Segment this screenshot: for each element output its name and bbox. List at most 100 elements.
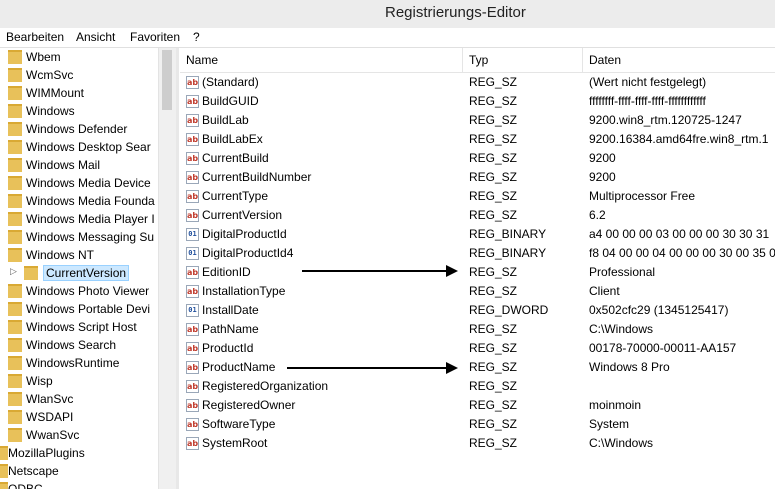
tree-item[interactable]: Wbem <box>0 48 158 66</box>
value-row[interactable]: ab ProductId REG_SZ 00178-70000-00011-AA157 <box>180 339 775 358</box>
binary-value-icon: 01 <box>186 247 199 260</box>
value-type: REG_SZ <box>469 208 518 222</box>
tree-item[interactable]: Netscape <box>0 462 158 480</box>
value-row[interactable]: ab SystemRoot REG_SZ C:\Windows <box>180 434 775 453</box>
column-header-name[interactable]: Name <box>180 48 463 72</box>
string-value-icon: ab <box>186 399 199 412</box>
list-header: Name Typ Daten <box>180 48 775 73</box>
tree-item-label: Windows Mail <box>26 158 101 172</box>
string-value-icon: ab <box>186 342 199 355</box>
expand-arrow-icon[interactable]: ▷ <box>10 266 17 277</box>
value-row[interactable]: ab ProductName REG_SZ Windows 8 Pro <box>180 358 775 377</box>
value-data: f8 04 00 00 04 00 00 00 30 00 35 0 <box>589 246 775 260</box>
tree-item-label: Windows Desktop Sear <box>26 140 151 154</box>
value-row[interactable]: ab BuildLab REG_SZ 9200.win8_rtm.120725-124… <box>180 111 775 130</box>
tree-item[interactable]: Windows Photo Viewer <box>0 282 158 300</box>
value-data: moinmoin <box>589 398 642 412</box>
folder-icon <box>8 230 22 244</box>
tree-item[interactable]: Wisp <box>0 372 158 390</box>
menu-favoriten[interactable]: Favoriten <box>130 30 180 44</box>
value-data: System <box>589 417 630 431</box>
folder-icon <box>0 482 8 489</box>
menu-ansicht[interactable]: Ansicht <box>76 30 115 44</box>
value-row[interactable]: ab BuildGUID REG_SZ ffffffff-ffff-ffff-ffff… <box>180 92 775 111</box>
value-name: BuildGUID <box>202 94 259 108</box>
tree-item[interactable]: WwanSvc <box>0 426 158 444</box>
tree-item[interactable]: Windows Media Device <box>0 174 158 192</box>
tree-item[interactable]: WcmSvc <box>0 66 158 84</box>
tree-item[interactable]: Windows Search <box>0 336 158 354</box>
tree-item[interactable]: WIMMount <box>0 84 158 102</box>
tree-item[interactable]: Windows Desktop Sear <box>0 138 158 156</box>
value-name: SoftwareType <box>202 417 276 431</box>
tree-item[interactable]: ODBC <box>0 480 158 489</box>
tree-item[interactable]: WlanSvc <box>0 390 158 408</box>
value-row[interactable]: ab InstallationType REG_SZ Client <box>180 282 775 301</box>
folder-icon <box>8 356 22 370</box>
binary-value-icon: 01 <box>186 228 199 241</box>
tree-item[interactable]: Windows Mail <box>0 156 158 174</box>
value-name: BuildLab <box>202 113 249 127</box>
value-row[interactable]: ab RegisteredOwner REG_SZ moinmoin <box>180 396 775 415</box>
tree-scrollbar[interactable] <box>158 48 176 489</box>
values-list: Name Typ Daten ab (Standard) REG_SZ (Wert n… <box>180 48 775 489</box>
title-bar: Registrierungs-Editor <box>0 0 775 28</box>
value-row[interactable]: ab CurrentBuildNumber REG_SZ 9200 <box>180 168 775 187</box>
value-name: CurrentType <box>202 189 269 203</box>
tree-item-label: CurrentVersion <box>43 265 130 281</box>
string-value-icon: ab <box>186 190 199 203</box>
tree-item[interactable]: ▷ CurrentVersion <box>0 264 158 282</box>
value-data: 6.2 <box>589 208 606 222</box>
value-row[interactable]: 01 DigitalProductId4 REG_BINARY f8 04 00 00… <box>180 244 775 263</box>
value-type: REG_SZ <box>469 75 518 89</box>
tree-scroll-thumb[interactable] <box>162 50 172 110</box>
tree-item-label: Wbem <box>26 50 61 64</box>
value-name: CurrentVersion <box>202 208 283 222</box>
pane-splitter[interactable] <box>176 48 179 489</box>
tree-item-label: WwanSvc <box>26 428 80 442</box>
tree-item[interactable]: Windows Messaging Su <box>0 228 158 246</box>
tree-item-label: Windows <box>26 104 75 118</box>
tree-item[interactable]: Windows NT <box>0 246 158 264</box>
tree-item[interactable]: WindowsRuntime <box>0 354 158 372</box>
column-header-data[interactable]: Daten <box>583 48 775 72</box>
menu-bearbeiten[interactable]: Bearbeiten <box>6 30 64 44</box>
tree-item-label: MozillaPlugins <box>8 446 85 460</box>
tree-item[interactable]: Windows Media Founda <box>0 192 158 210</box>
string-value-icon: ab <box>186 76 199 89</box>
tree-item[interactable]: Windows Media Player I <box>0 210 158 228</box>
tree-item[interactable]: Windows Portable Devi <box>0 300 158 318</box>
menu-help[interactable]: ? <box>193 30 200 44</box>
key-tree[interactable]: Wbem WcmSvc WIMMount Windows Windows Defende… <box>0 48 158 489</box>
value-row[interactable]: ab CurrentVersion REG_SZ 6.2 <box>180 206 775 225</box>
value-row[interactable]: ab PathName REG_SZ C:\Windows <box>180 320 775 339</box>
tree-item[interactable]: Windows Defender <box>0 120 158 138</box>
value-row[interactable]: ab BuildLabEx REG_SZ 9200.16384.amd64fre.wi… <box>180 130 775 149</box>
value-row[interactable]: ab RegisteredOrganization REG_SZ <box>180 377 775 396</box>
value-row[interactable]: ab SoftwareType REG_SZ System <box>180 415 775 434</box>
value-row[interactable]: 01 DigitalProductId REG_BINARY a4 00 00 00 … <box>180 225 775 244</box>
annotation-arrow-productname <box>287 362 458 374</box>
value-data: 9200 <box>589 170 616 184</box>
value-name: (Standard) <box>202 75 259 89</box>
value-row[interactable]: ab EditionID REG_SZ Professional <box>180 263 775 282</box>
value-data: 00178-70000-00011-AA157 <box>589 341 737 355</box>
value-row[interactable]: ab CurrentBuild REG_SZ 9200 <box>180 149 775 168</box>
tree-item-label: Windows NT <box>26 248 95 262</box>
tree-item[interactable]: Windows Script Host <box>0 318 158 336</box>
tree-item-label: WIMMount <box>26 86 85 100</box>
tree-item[interactable]: WSDAPI <box>0 408 158 426</box>
tree-item-label: Windows Defender <box>26 122 128 136</box>
folder-icon <box>8 50 22 64</box>
column-header-type[interactable]: Typ <box>463 48 583 72</box>
value-row[interactable]: ab (Standard) REG_SZ (Wert nicht festgelegt… <box>180 73 775 92</box>
tree-item-label: WindowsRuntime <box>26 356 120 370</box>
value-row[interactable]: 01 InstallDate REG_DWORD 0x502cfc29 (134512… <box>180 301 775 320</box>
value-type: REG_SZ <box>469 284 518 298</box>
tree-item[interactable]: Windows <box>0 102 158 120</box>
value-type: REG_SZ <box>469 360 518 374</box>
string-value-icon: ab <box>186 133 199 146</box>
value-data: 0x502cfc29 (1345125417) <box>589 303 729 317</box>
tree-item[interactable]: MozillaPlugins <box>0 444 158 462</box>
value-row[interactable]: ab CurrentType REG_SZ Multiprocessor Free <box>180 187 775 206</box>
